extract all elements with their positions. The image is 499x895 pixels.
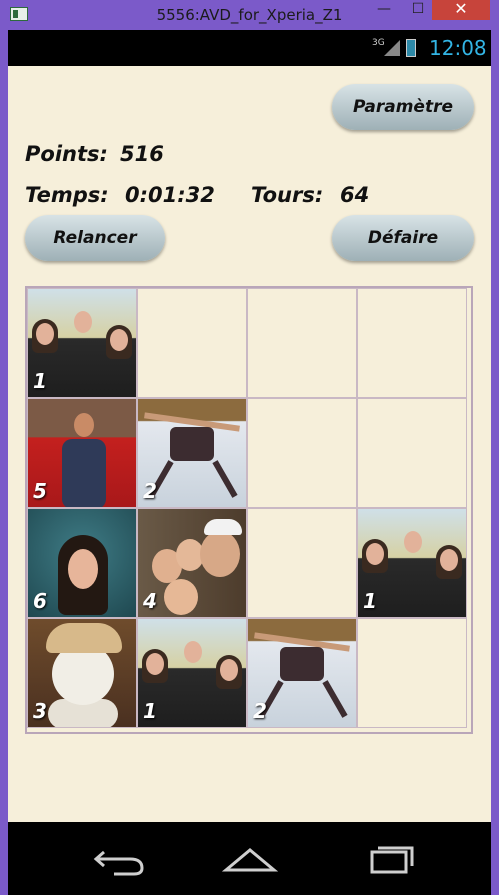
points-value: 516 <box>120 142 164 166</box>
tile-count: 5 <box>33 479 47 503</box>
photo-person <box>322 680 348 718</box>
navigation-bar <box>8 822 491 895</box>
tile-empty[interactable] <box>247 508 357 618</box>
tile-count: 2 <box>143 479 157 503</box>
home-icon[interactable] <box>220 842 280 876</box>
tile-count: 4 <box>143 589 157 613</box>
photo-person <box>170 427 214 461</box>
turns-value: 64 <box>340 183 370 207</box>
photo-face <box>146 653 164 675</box>
photo-face <box>440 549 458 571</box>
photo-person <box>280 647 324 681</box>
tile-empty[interactable] <box>137 288 247 398</box>
tile-count: 3 <box>33 699 47 723</box>
points-label: Points: <box>25 142 108 166</box>
close-button[interactable]: ✕ <box>432 0 490 20</box>
photo-face <box>110 329 128 351</box>
time-label: Temps: <box>25 183 109 207</box>
tile-sheep-toy[interactable]: 3 <box>27 618 137 728</box>
tile-selfie[interactable]: 4 <box>137 508 247 618</box>
tile-count: 6 <box>33 589 47 613</box>
photo-face <box>200 531 240 577</box>
tile-snow-angel[interactable]: 2 <box>137 398 247 508</box>
emulator-screen: 3G 12:08 Points: 516 Temps: 0:01:32 Tour… <box>8 30 491 895</box>
maximize-button[interactable]: ☐ <box>404 0 432 20</box>
tile-count: 1 <box>33 369 47 393</box>
photo-face <box>184 641 202 663</box>
tile-family[interactable]: 1 <box>27 288 137 398</box>
photo-face <box>74 311 92 333</box>
tile-empty[interactable] <box>247 288 357 398</box>
back-icon[interactable] <box>90 842 150 876</box>
undo-button[interactable]: Défaire <box>332 215 474 261</box>
photo-face <box>404 531 422 553</box>
window-titlebar: 5556:AVD_for_Xperia_Z1 — ☐ ✕ <box>0 0 499 30</box>
restart-button[interactable]: Relancer <box>25 215 165 261</box>
tile-family[interactable]: 1 <box>357 508 467 618</box>
tile-snow-angel[interactable]: 2 <box>247 618 357 728</box>
photo-face <box>36 323 54 345</box>
time-value: 0:01:32 <box>125 183 215 207</box>
status-clock: 12:08 <box>429 36 487 60</box>
photo-hat <box>46 623 122 653</box>
status-bar: 3G 12:08 <box>8 30 491 66</box>
battery-icon <box>406 39 416 57</box>
tile-empty[interactable] <box>357 618 467 728</box>
photo-face <box>68 549 98 589</box>
tile-empty[interactable] <box>247 398 357 508</box>
photo-face <box>220 659 238 681</box>
photo-person <box>62 439 106 507</box>
turns-label: Tours: <box>251 183 324 207</box>
signal-icon <box>384 40 400 56</box>
photo-person <box>212 460 238 498</box>
photo-face <box>366 543 384 565</box>
tile-count: 2 <box>253 699 267 723</box>
tile-painting[interactable]: 6 <box>27 508 137 618</box>
game-screen: Points: 516 Temps: 0:01:32 Tours: 64 Par… <box>8 66 491 822</box>
tile-family[interactable]: 1 <box>137 618 247 728</box>
network-type: 3G <box>372 38 385 48</box>
recent-apps-icon[interactable] <box>358 842 418 876</box>
minimize-button[interactable]: — <box>370 0 398 20</box>
tile-count: 1 <box>363 589 377 613</box>
tile-count: 1 <box>143 699 157 723</box>
photo-cap <box>204 519 242 535</box>
settings-button[interactable]: Paramètre <box>332 84 474 130</box>
tile-empty[interactable] <box>357 398 467 508</box>
game-board: 1 5 2 6 4 1 3 1 2 <box>25 286 473 734</box>
tile-girl-red-chair[interactable]: 5 <box>27 398 137 508</box>
photo-face <box>164 579 198 615</box>
photo-face <box>74 413 94 437</box>
tile-empty[interactable] <box>357 288 467 398</box>
